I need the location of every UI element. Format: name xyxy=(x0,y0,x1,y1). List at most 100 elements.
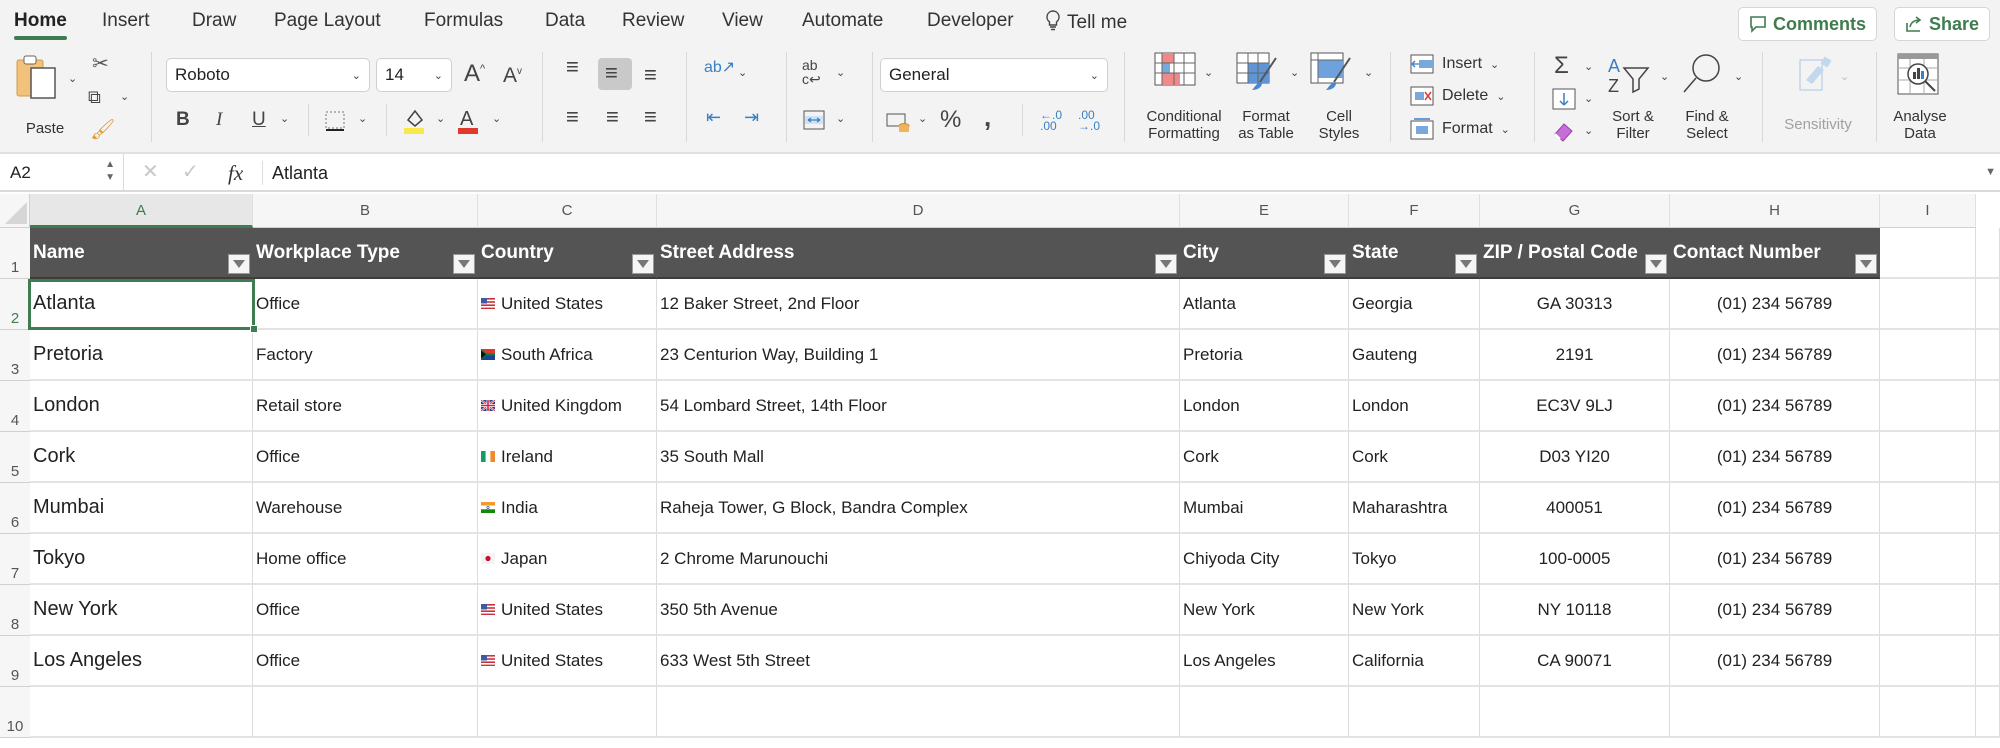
empty-cell[interactable] xyxy=(1349,687,1480,738)
table-cell-phone[interactable]: (01) 234 56789 xyxy=(1670,279,1880,330)
filter-dropdown-icon[interactable] xyxy=(1324,254,1346,274)
autosum-chevron-icon[interactable]: ⌄ xyxy=(1584,60,1593,73)
filter-dropdown-icon[interactable] xyxy=(228,254,250,274)
table-cell-street[interactable]: 23 Centurion Way, Building 1 xyxy=(657,330,1180,381)
bold-icon[interactable]: B xyxy=(176,110,190,129)
table-header-country[interactable]: Country xyxy=(478,228,657,279)
table-cell-zip[interactable]: GA 30313 xyxy=(1480,279,1670,330)
table-header-type[interactable]: Workplace Type xyxy=(253,228,478,279)
formula-input[interactable]: Atlanta xyxy=(272,163,328,184)
table-cell-type[interactable]: Factory xyxy=(253,330,478,381)
empty-cell[interactable] xyxy=(1976,279,2000,330)
table-cell-zip[interactable]: NY 10118 xyxy=(1480,585,1670,636)
table-header-city[interactable]: City xyxy=(1180,228,1349,279)
table-cell-name[interactable]: Atlanta xyxy=(30,279,253,330)
empty-cell[interactable] xyxy=(1880,636,1976,687)
underline-chevron-icon[interactable]: ⌄ xyxy=(280,112,289,125)
font-color-icon[interactable]: A xyxy=(456,106,482,136)
empty-cell[interactable] xyxy=(1480,687,1670,738)
increase-decimal-icon[interactable]: ←.0.00 xyxy=(1040,109,1062,132)
format-cells-button[interactable]: Format ⌄ xyxy=(1410,118,1510,140)
table-cell-name[interactable]: Los Angeles xyxy=(30,636,253,687)
table-cell-type[interactable]: Warehouse xyxy=(253,483,478,534)
tab-review[interactable]: Review xyxy=(622,10,684,32)
autosum-icon[interactable]: Σ xyxy=(1554,54,1569,78)
increase-indent-icon[interactable]: ⇥ xyxy=(744,108,759,126)
fill-icon[interactable] xyxy=(1552,88,1576,110)
empty-cell[interactable] xyxy=(1976,381,2000,432)
table-header-name[interactable]: Name xyxy=(30,228,253,279)
empty-cell[interactable] xyxy=(1976,534,2000,585)
clear-chevron-icon[interactable]: ⌄ xyxy=(1584,124,1593,137)
table-cell-phone[interactable]: (01) 234 56789 xyxy=(1670,381,1880,432)
table-cell-phone[interactable]: (01) 234 56789 xyxy=(1670,483,1880,534)
table-cell-state[interactable]: California xyxy=(1349,636,1480,687)
analyse-data-button[interactable]: Analyse Data xyxy=(1888,52,1952,142)
align-top-icon[interactable]: ≡ xyxy=(566,56,579,78)
cell-i1[interactable] xyxy=(1880,228,1976,279)
decrease-decimal-icon[interactable]: .00 →.0 xyxy=(1078,109,1100,132)
table-cell-phone[interactable]: (01) 234 56789 xyxy=(1670,585,1880,636)
table-cell-phone[interactable]: (01) 234 56789 xyxy=(1670,330,1880,381)
sort-filter-button[interactable]: AZ ⌄ Sort & Filter xyxy=(1602,52,1672,142)
fill-color-chevron-icon[interactable]: ⌄ xyxy=(436,112,445,125)
filter-dropdown-icon[interactable] xyxy=(1645,254,1667,274)
conditional-formatting-button[interactable]: ⌄ Conditional Formatting xyxy=(1138,52,1230,142)
share-button[interactable]: Share xyxy=(1894,7,1991,41)
table-cell-country[interactable]: India xyxy=(478,483,657,534)
empty-cell[interactable] xyxy=(1976,330,2000,381)
table-cell-street[interactable]: Raheja Tower, G Block, Bandra Complex xyxy=(657,483,1180,534)
table-cell-name[interactable]: Tokyo xyxy=(30,534,253,585)
table-cell-zip[interactable]: 100-0005 xyxy=(1480,534,1670,585)
fill-handle[interactable] xyxy=(250,325,258,333)
filter-dropdown-icon[interactable] xyxy=(1155,254,1177,274)
empty-cell[interactable] xyxy=(1976,636,2000,687)
table-cell-phone[interactable]: (01) 234 56789 xyxy=(1670,432,1880,483)
cell-styles-button[interactable]: ⌄ Cell Styles xyxy=(1308,52,1378,142)
borders-chevron-icon[interactable]: ⌄ xyxy=(358,112,367,125)
table-cell-state[interactable]: Tokyo xyxy=(1349,534,1480,585)
copy-chevron-icon[interactable]: ⌄ xyxy=(120,90,129,103)
tab-data[interactable]: Data xyxy=(545,10,585,32)
format-as-table-button[interactable]: ⌄ Format as Table xyxy=(1234,52,1304,142)
filter-dropdown-icon[interactable] xyxy=(1855,254,1877,274)
table-cell-state[interactable]: Georgia xyxy=(1349,279,1480,330)
table-cell-zip[interactable]: 2191 xyxy=(1480,330,1670,381)
tab-automate[interactable]: Automate xyxy=(802,10,883,32)
column-header-d[interactable]: D xyxy=(657,194,1180,228)
filter-dropdown-icon[interactable] xyxy=(453,254,475,274)
table-cell-zip[interactable]: CA 90071 xyxy=(1480,636,1670,687)
name-box-stepper-icon[interactable]: ▲ ▼ xyxy=(105,158,115,184)
filter-dropdown-icon[interactable] xyxy=(632,254,654,274)
table-cell-street[interactable]: 2 Chrome Marunouchi xyxy=(657,534,1180,585)
merge-center-icon[interactable] xyxy=(802,108,826,132)
find-select-button[interactable]: ⌄ Find & Select xyxy=(1676,52,1756,142)
increase-font-size-icon[interactable]: A^ xyxy=(464,62,485,86)
table-cell-type[interactable]: Office xyxy=(253,432,478,483)
underline-icon[interactable]: U xyxy=(252,110,266,129)
table-cell-state[interactable]: Gauteng xyxy=(1349,330,1480,381)
row-header-10[interactable]: 10 xyxy=(0,687,30,738)
align-center-icon[interactable]: ≡ xyxy=(606,106,619,128)
tab-page-layout[interactable]: Page Layout xyxy=(274,10,381,32)
column-header-a[interactable]: A xyxy=(30,194,253,228)
row-header-4[interactable]: 4 xyxy=(0,381,30,432)
filter-dropdown-icon[interactable] xyxy=(1455,254,1477,274)
table-header-zip[interactable]: ZIP / Postal Code xyxy=(1480,228,1670,279)
empty-cell[interactable] xyxy=(1880,585,1976,636)
delete-cells-button[interactable]: Delete ⌄ xyxy=(1410,86,1505,106)
table-cell-street[interactable]: 12 Baker Street, 2nd Floor xyxy=(657,279,1180,330)
table-cell-city[interactable]: Mumbai xyxy=(1180,483,1349,534)
table-cell-street[interactable]: 35 South Mall xyxy=(657,432,1180,483)
insert-function-icon[interactable]: fx xyxy=(228,161,243,186)
table-cell-name[interactable]: New York xyxy=(30,585,253,636)
empty-cell[interactable] xyxy=(1976,687,2000,738)
fill-color-icon[interactable] xyxy=(402,106,428,136)
table-cell-state[interactable]: Maharashtra xyxy=(1349,483,1480,534)
table-cell-city[interactable]: Cork xyxy=(1180,432,1349,483)
table-cell-type[interactable]: Retail store xyxy=(253,381,478,432)
empty-cell[interactable] xyxy=(1976,585,2000,636)
row-header-6[interactable]: 6 xyxy=(0,483,30,534)
empty-cell[interactable] xyxy=(1880,534,1976,585)
table-cell-city[interactable]: Chiyoda City xyxy=(1180,534,1349,585)
